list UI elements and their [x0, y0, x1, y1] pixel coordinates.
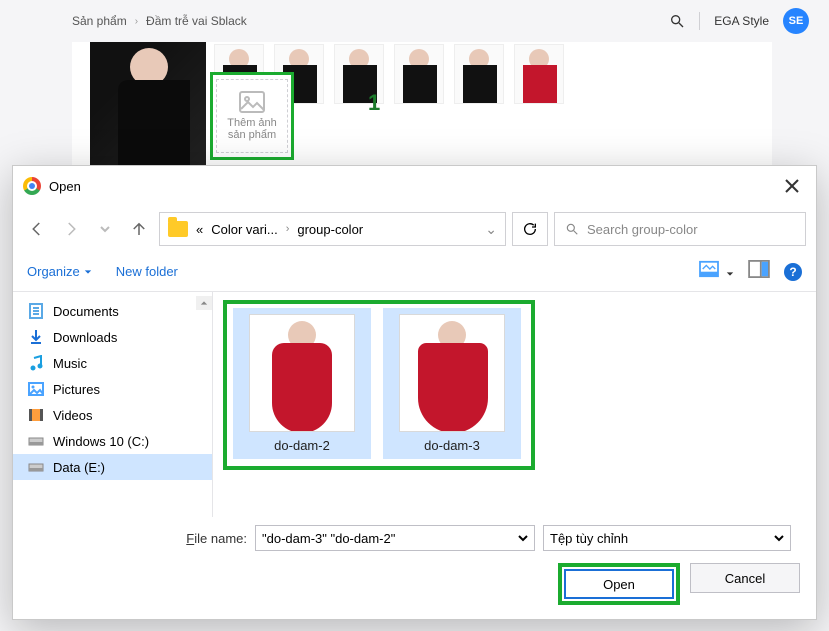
- preview-pane-button[interactable]: [748, 260, 770, 283]
- search-input[interactable]: Search group-color: [554, 212, 806, 246]
- add-image-label: Thêm ảnh sản phẩm: [217, 117, 287, 141]
- sidebar-item-label: Documents: [53, 304, 119, 319]
- annotation-1: 1: [368, 90, 380, 116]
- view-mode-button[interactable]: [698, 260, 734, 283]
- sidebar-item-downloads[interactable]: Downloads: [13, 324, 212, 350]
- search-icon[interactable]: [669, 13, 685, 29]
- product-image-panel: [72, 42, 772, 182]
- brand-label: EGA Style: [714, 14, 769, 28]
- sidebar-item-label: Windows 10 (C:): [53, 434, 149, 449]
- nav-recent-dropdown[interactable]: [91, 215, 119, 243]
- file-open-dialog: Open « Color vari... › group-color ⌄ Sea…: [12, 165, 817, 620]
- product-thumb[interactable]: [514, 44, 564, 104]
- picture-icon: [27, 381, 45, 397]
- path-seg-1[interactable]: Color vari...: [211, 222, 277, 237]
- divider: [699, 12, 700, 30]
- sidebar-item-label: Pictures: [53, 382, 100, 397]
- organize-menu[interactable]: Organize: [27, 264, 92, 279]
- product-main-image[interactable]: [90, 42, 206, 172]
- close-button[interactable]: [778, 172, 806, 200]
- sidebar-item-drive-c[interactable]: Windows 10 (C:): [13, 428, 212, 454]
- drive-icon: [27, 433, 45, 449]
- open-button[interactable]: Open: [564, 569, 674, 599]
- sidebar-item-videos[interactable]: Videos: [13, 402, 212, 428]
- file-name: do-dam-2: [274, 438, 330, 453]
- scroll-up-icon[interactable]: [196, 296, 212, 310]
- chrome-icon: [23, 177, 41, 195]
- breadcrumb: Sản phẩm › Đầm trễ vai Sblack: [72, 14, 247, 28]
- file-name: do-dam-3: [424, 438, 480, 453]
- folder-icon: [168, 221, 188, 237]
- help-button[interactable]: ?: [784, 263, 802, 281]
- filter-value: Tệp tùy chỉnh: [550, 531, 628, 546]
- file-list[interactable]: do-dam-2 do-dam-3: [213, 292, 816, 517]
- breadcrumb-current: Đầm trễ vai Sblack: [146, 14, 247, 28]
- path-seg-2[interactable]: group-color: [297, 222, 363, 237]
- search-placeholder: Search group-color: [587, 222, 698, 237]
- path-prefix: «: [196, 222, 203, 237]
- sidebar-item-music[interactable]: Music: [13, 350, 212, 376]
- chevron-down-icon[interactable]: [774, 533, 784, 543]
- sidebar-item-drive-e[interactable]: Data (E:): [13, 454, 212, 480]
- nav-up-button[interactable]: [125, 215, 153, 243]
- drive-icon: [27, 459, 45, 475]
- sidebar-item-label: Music: [53, 356, 87, 371]
- new-folder-button[interactable]: New folder: [116, 264, 178, 279]
- sidebar-item-label: Videos: [53, 408, 93, 423]
- filename-label: File name:: [27, 531, 247, 546]
- dialog-title: Open: [49, 179, 81, 194]
- breadcrumb-root[interactable]: Sản phẩm: [72, 14, 127, 28]
- cancel-button[interactable]: Cancel: [690, 563, 800, 593]
- chevron-down-icon[interactable]: ⌄: [485, 221, 497, 238]
- product-thumb[interactable]: [454, 44, 504, 104]
- refresh-button[interactable]: [512, 212, 548, 246]
- filename-input[interactable]: "do-dam-3" "do-dam-2": [255, 525, 535, 551]
- file-thumbnail: [249, 314, 355, 432]
- sidebar-item-pictures[interactable]: Pictures: [13, 376, 212, 402]
- file-type-filter[interactable]: Tệp tùy chỉnh: [543, 525, 791, 551]
- sidebar-item-label: Data (E:): [53, 460, 105, 475]
- file-thumbnail: [399, 314, 505, 432]
- sidebar-item-label: Downloads: [53, 330, 117, 345]
- product-thumb[interactable]: [394, 44, 444, 104]
- add-product-image-button[interactable]: Thêm ảnh sản phẩm: [210, 72, 294, 160]
- file-item[interactable]: do-dam-2: [233, 308, 371, 459]
- chevron-down-icon[interactable]: [518, 533, 528, 543]
- address-bar[interactable]: « Color vari... › group-color ⌄: [159, 212, 506, 246]
- document-icon: [27, 303, 45, 319]
- folder-tree: Documents Downloads Music Pictures Video…: [13, 292, 213, 517]
- chevron-right-icon: ›: [135, 16, 138, 27]
- nav-forward-button[interactable]: [57, 215, 85, 243]
- file-item[interactable]: do-dam-3: [383, 308, 521, 459]
- music-icon: [27, 355, 45, 371]
- chevron-right-icon: ›: [286, 223, 290, 235]
- video-icon: [27, 407, 45, 423]
- nav-back-button[interactable]: [23, 215, 51, 243]
- filename-value: "do-dam-3" "do-dam-2": [262, 531, 395, 546]
- sidebar-item-documents[interactable]: Documents: [13, 298, 212, 324]
- avatar[interactable]: SE: [783, 8, 809, 34]
- download-icon: [27, 329, 45, 345]
- annotation-box: Open: [558, 563, 680, 605]
